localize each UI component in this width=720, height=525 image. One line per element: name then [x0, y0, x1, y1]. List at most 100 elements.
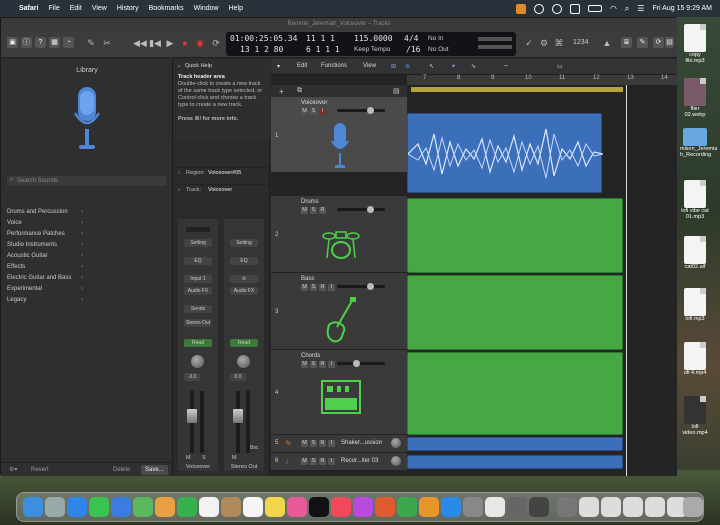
document-stack-icon[interactable] [623, 497, 643, 517]
freeform-icon[interactable] [287, 497, 307, 517]
solo-icon[interactable]: ⚙ [538, 37, 550, 49]
bounce-button[interactable]: Bnc [250, 445, 259, 451]
library-category[interactable]: Drums and Percussion › [7, 207, 167, 218]
track-header-recorder[interactable]: 6 ♪ MSRI Recor...iter 03 [271, 453, 407, 471]
numbers-icon[interactable] [397, 497, 417, 517]
input-monitor-button[interactable]: I [328, 284, 335, 291]
mute-button[interactable]: M [301, 284, 308, 291]
back-icon[interactable]: ▾ [277, 63, 280, 70]
desktop-file[interactable]: cat02.aif [680, 236, 710, 270]
desktop-folder[interactable]: mison_Jeremia h_Recording [680, 128, 717, 158]
pan-knob[interactable] [237, 355, 250, 368]
playhead[interactable] [626, 85, 627, 476]
volume-knob[interactable] [367, 206, 374, 213]
loop-browser-button[interactable]: ⟳ [653, 37, 664, 48]
add-track-icon[interactable]: + [279, 87, 284, 96]
cycle-area[interactable] [411, 87, 623, 92]
duplicate-track-icon[interactable]: ⧉ [297, 87, 302, 95]
menu-app[interactable]: Safari [19, 5, 38, 12]
record-icon[interactable]: ● [179, 37, 191, 49]
status-extension-icon[interactable] [551, 3, 562, 14]
track-name[interactable]: Voiceover [301, 100, 327, 106]
volume-slider[interactable] [337, 107, 385, 114]
track-name[interactable]: Shaker...ussion [341, 440, 382, 446]
link-button[interactable]: ⊘ [230, 275, 258, 283]
library-search[interactable]: Search Sounds [7, 176, 167, 186]
volume-knob[interactable] [367, 107, 374, 114]
record-enable-button[interactable]: R [319, 440, 326, 447]
library-category[interactable]: Effects › [7, 262, 167, 273]
mute-button[interactable]: M [301, 108, 308, 115]
solo-button[interactable]: S [310, 284, 317, 291]
library-category[interactable]: Experimental › [7, 284, 167, 295]
region-drums[interactable] [407, 198, 623, 273]
solo-button[interactable]: S [310, 207, 317, 214]
browser-button[interactable]: ▤ [665, 37, 674, 48]
rewind-icon[interactable]: ◀◀ [133, 37, 147, 49]
count-in-icon[interactable]: ⌘ [553, 37, 565, 49]
mixer-icon[interactable]: ✎ [85, 37, 97, 49]
finder-icon[interactable] [23, 497, 43, 517]
desktop-file[interactable]: flier 02.webp [680, 78, 710, 118]
tuner-icon[interactable]: ✓ [523, 37, 535, 49]
region-recorder[interactable] [407, 455, 623, 469]
app-store-icon[interactable] [441, 497, 461, 517]
notepad-button[interactable]: ✎ [637, 37, 648, 48]
record-enable-button[interactable]: R [319, 361, 326, 368]
input-monitor-button[interactable]: I [328, 440, 335, 447]
status-orange-icon[interactable] [515, 3, 526, 14]
control-center-icon[interactable]: ☰ [637, 4, 644, 13]
desktop-file[interactable]: lofi.mp3 [680, 288, 710, 322]
battery-icon[interactable] [587, 5, 602, 12]
logic-pro-icon[interactable] [507, 497, 527, 517]
calendar-icon[interactable] [199, 497, 219, 517]
menu-bookmarks[interactable]: Bookmarks [149, 5, 184, 12]
trash-icon[interactable] [683, 497, 703, 517]
screenshot-icon[interactable] [529, 497, 549, 517]
waveform-zoom-icon[interactable]: ∿ [471, 63, 476, 70]
search-icon[interactable]: ⌕ [625, 4, 629, 14]
track-header-drums[interactable]: 2 Drums MSR [271, 196, 407, 273]
volume-knob[interactable] [353, 360, 360, 367]
input-monitor-button[interactable]: I [328, 361, 335, 368]
pan-knob[interactable] [391, 438, 401, 448]
edit-menu[interactable]: Edit [297, 63, 307, 69]
quick-help-button[interactable]: ? [35, 37, 46, 48]
global-tracks-icon[interactable]: ▤ [393, 87, 400, 95]
menu-window[interactable]: Window [194, 5, 219, 12]
desktop-file[interactable]: ofi 4.mp4 [680, 342, 710, 376]
functions-menu[interactable]: Functions [321, 63, 347, 69]
eq-button[interactable]: EQ [184, 257, 212, 265]
toolbar-button[interactable]: ▦ [49, 37, 60, 48]
play-icon[interactable]: ▶ [164, 37, 176, 49]
status-circle-icon[interactable] [533, 3, 544, 14]
pages-icon[interactable] [419, 497, 439, 517]
delete-button[interactable]: Delete [109, 465, 134, 475]
maps-icon[interactable] [133, 497, 153, 517]
notes-icon[interactable] [265, 497, 285, 517]
document-stack-icon[interactable] [601, 497, 621, 517]
mute-button[interactable]: M [301, 207, 308, 214]
clock[interactable]: Fri Aug 15 9:29 AM [652, 5, 712, 12]
library-category[interactable]: Studio Instruments › [7, 240, 167, 251]
cycle-icon[interactable]: ⟳ [210, 37, 222, 49]
track-name[interactable]: Bass [301, 276, 314, 282]
mute-button[interactable]: M [301, 440, 308, 447]
snap-icon[interactable]: ✦ [451, 63, 456, 70]
ruler[interactable]: 7 8 9 10 11 12 13 14 [407, 75, 677, 85]
gear-icon[interactable]: ⚙▾ [5, 465, 21, 475]
eq-button[interactable]: EQ [230, 257, 258, 265]
library-category[interactable]: Voice › [7, 218, 167, 229]
solo-button[interactable]: S [310, 361, 317, 368]
library-category[interactable]: Electric Guitar and Bass › [7, 273, 167, 284]
library-category[interactable]: Legacy › [7, 295, 167, 306]
document-stack-icon[interactable] [645, 497, 665, 517]
solo-button[interactable]: S [202, 455, 206, 461]
library-category[interactable]: Performance Patches › [7, 229, 167, 240]
mute-button[interactable]: M [301, 361, 308, 368]
music-icon[interactable] [331, 497, 351, 517]
menu-file[interactable]: File [48, 5, 59, 12]
facetime-icon[interactable] [177, 497, 197, 517]
desktop-file[interactable]: copy file.mp3 [680, 24, 710, 64]
zoom-value[interactable]: 1234 [573, 39, 589, 46]
